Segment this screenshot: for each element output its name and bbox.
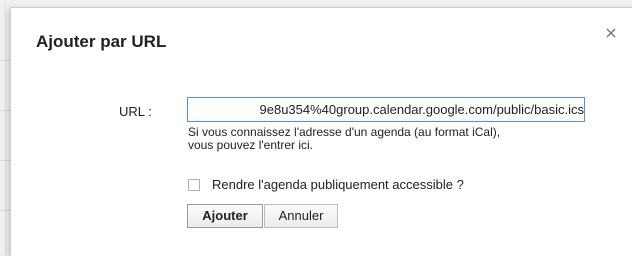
add-by-url-dialog: Ajouter par URL URL : 9e8u354%40group.ca… — [10, 7, 632, 256]
url-hint-line: vous pouvez l'entrer ici. — [188, 138, 314, 152]
url-input[interactable]: 9e8u354%40group.calendar.google.com/publ… — [187, 97, 585, 122]
public-option-row: Rendre l'agenda publiquement accessible … — [188, 176, 464, 194]
url-label: URL : — [119, 104, 152, 119]
dialog-title: Ajouter par URL — [36, 32, 167, 51]
public-checkbox-label[interactable]: Rendre l'agenda publiquement accessible … — [212, 177, 464, 193]
background-grid-line — [0, 160, 10, 161]
public-checkbox[interactable] — [188, 179, 200, 191]
background-grid-line — [0, 210, 10, 211]
background-grid-line — [0, 110, 10, 111]
cancel-button[interactable]: Annuler — [264, 204, 338, 228]
close-icon[interactable] — [603, 25, 619, 41]
add-button[interactable]: Ajouter — [187, 204, 263, 228]
background-grid-line — [5, 0, 6, 256]
url-hint-text: Si vous connaissez l'adresse d'un agenda… — [188, 126, 608, 152]
background-grid-line — [0, 60, 10, 61]
